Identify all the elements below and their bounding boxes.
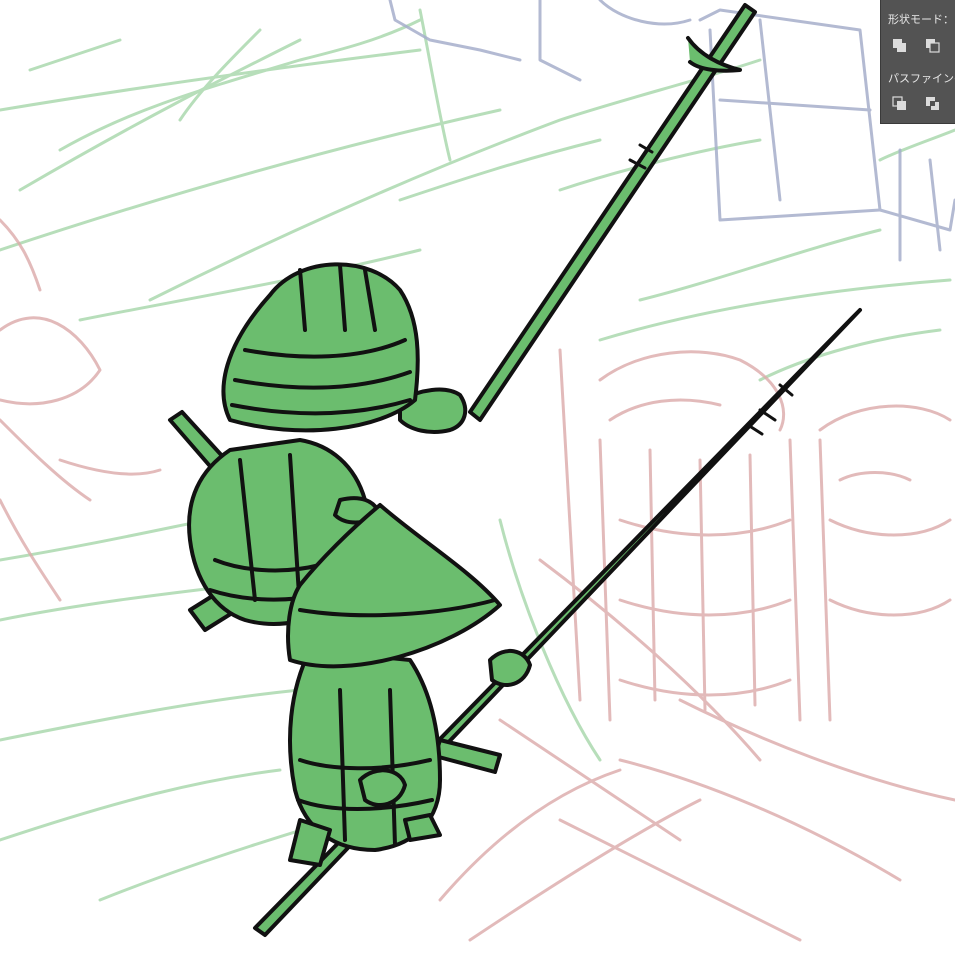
minus-front-button[interactable] (925, 38, 947, 58)
unite-icon (893, 39, 906, 52)
artboard-canvas[interactable]: 形状モード： パスファインダー： (0, 0, 955, 958)
pathfinders-label: パスファインダー： (888, 72, 955, 85)
trim-icon (926, 97, 939, 110)
minus-front-icon (926, 39, 940, 53)
divide-button[interactable] (892, 96, 914, 116)
soldier-helmet (168, 3, 757, 632)
trim-button[interactable] (925, 96, 947, 116)
sketch-layer (0, 0, 955, 942)
shape-modes-label: 形状モード： (888, 13, 954, 26)
unite-button[interactable] (892, 38, 914, 58)
pathfinder-panel: 形状モード： パスファインダー： (880, 0, 955, 124)
divide-icon (892, 96, 906, 110)
